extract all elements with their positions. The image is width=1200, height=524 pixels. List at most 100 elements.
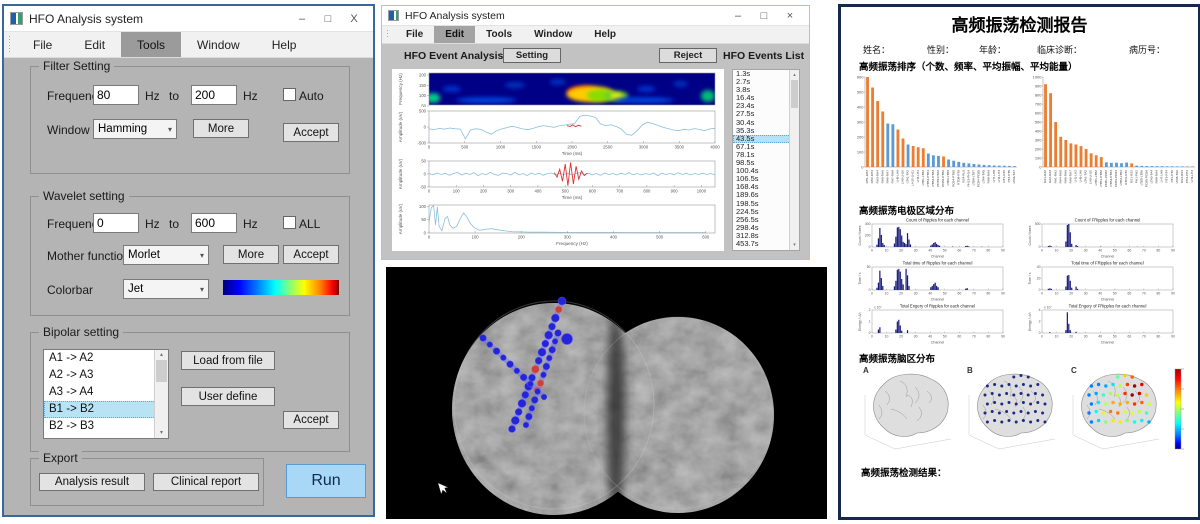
svg-text:PH13-PH14: PH13-PH14 (966, 170, 970, 187)
svg-text:0: 0 (1041, 249, 1043, 253)
colorbar-value: Jet (128, 283, 143, 295)
svg-text:PCB2-PTA2: PCB2-PTA2 (936, 170, 940, 187)
menu-item-tools[interactable]: Tools (475, 26, 523, 43)
scroll-up-icon[interactable]: ▴ (155, 350, 168, 360)
bipolar-setting-label: Bipolar setting (39, 325, 123, 339)
colorbar-combo[interactable]: Jet▾ (123, 279, 209, 299)
svg-text:RA1-RA2: RA1-RA2 (1043, 170, 1047, 183)
svg-text:300: 300 (507, 189, 515, 194)
list-scrollbar[interactable]: ▴▾ (789, 70, 799, 250)
maximize-button[interactable]: □ (751, 10, 777, 22)
svg-text:C: C (1071, 366, 1077, 375)
menu-item-file[interactable]: File (17, 32, 68, 57)
rank-chart-rank_right: 01002003004005006007008009001000RA1-RA2R… (1027, 71, 1199, 199)
svg-text:RH4-RH5: RH4-RH5 (1058, 170, 1062, 184)
wavelet-freq-from-input[interactable] (93, 213, 139, 233)
svg-text:0: 0 (428, 189, 431, 194)
svg-text:20: 20 (1069, 249, 1073, 253)
auto-checkbox[interactable] (283, 88, 296, 101)
menu-grip (8, 36, 11, 53)
mother-function-combo[interactable]: Morlet▾ (123, 245, 209, 265)
svg-text:60: 60 (1127, 335, 1131, 339)
svg-text:1000: 1000 (496, 145, 506, 150)
svg-text:Frequency (Hz): Frequency (Hz) (556, 241, 588, 246)
filter-more-button[interactable]: More (193, 119, 249, 138)
svg-text:RS4-RL5: RS4-RL5 (961, 170, 965, 183)
hz-label: Hz (145, 89, 160, 103)
scroll-thumb[interactable] (791, 80, 798, 108)
svg-text:LTB1-LTB2: LTB1-LTB2 (921, 170, 925, 186)
menu-item-file[interactable]: File (395, 26, 434, 43)
svg-text:10: 10 (1055, 249, 1059, 253)
svg-text:300: 300 (564, 235, 572, 240)
bipolar-accept-button[interactable]: Accept (283, 411, 339, 429)
menu-item-help[interactable]: Help (256, 32, 313, 57)
all-checkbox[interactable] (283, 216, 296, 229)
bipolar-setting-group: Bipolar setting ▴▾ A1 -> A2A2 -> A3A3 ->… (30, 332, 350, 452)
svg-text:LH9-LH10: LH9-LH10 (1089, 170, 1093, 184)
svg-text:30: 30 (914, 249, 918, 253)
svg-text:0: 0 (871, 292, 873, 296)
brain-3d-view[interactable] (386, 267, 827, 519)
wavelet-accept-button[interactable]: Accept (283, 245, 339, 264)
svg-text:0: 0 (428, 145, 431, 150)
filter-accept-button[interactable]: Accept (283, 123, 339, 142)
svg-text:50: 50 (1113, 249, 1117, 253)
clinical-report-button[interactable]: Clinical report (153, 473, 259, 491)
menu-item-edit[interactable]: Edit (68, 32, 121, 57)
svg-text:0: 0 (424, 125, 427, 130)
minimize-button[interactable]: – (725, 10, 751, 22)
svg-text:RT1-RT2: RT1-RT2 (1002, 170, 1006, 183)
maximize-button[interactable]: □ (315, 13, 341, 25)
svg-text:LH5-LH6: LH5-LH6 (896, 170, 900, 183)
window-combo[interactable]: Hamming▾ (93, 119, 177, 139)
hz-label: Hz (243, 217, 258, 231)
svg-text:RA2-RA3: RA2-RA3 (1048, 170, 1052, 183)
reject-button[interactable]: Reject (659, 48, 717, 63)
svg-text:Channel: Channel (1101, 298, 1115, 302)
bipolar-channel-item[interactable]: A2 -> A3 (44, 367, 168, 384)
bipolar-channel-item[interactable]: B2 -> B3 (44, 418, 168, 435)
svg-text:200: 200 (857, 134, 864, 139)
svg-text:40: 40 (1098, 335, 1102, 339)
svg-text:Count / times: Count / times (858, 225, 862, 245)
analysis-result-button[interactable]: Analysis result (39, 473, 145, 491)
wavelet-freq-to-input[interactable] (191, 213, 237, 233)
wavelet-more-button[interactable]: More (223, 245, 279, 264)
svg-text:RT3-RT4: RT3-RT4 (1165, 170, 1169, 183)
svg-text:500: 500 (857, 89, 864, 94)
scroll-down-icon[interactable]: ▾ (790, 240, 799, 250)
svg-text:30: 30 (1084, 335, 1088, 339)
svg-text:400: 400 (534, 189, 542, 194)
svg-text:200: 200 (518, 235, 526, 240)
run-button[interactable]: Run (286, 464, 366, 498)
menu-item-window[interactable]: Window (181, 32, 256, 57)
close-button[interactable]: X (341, 13, 367, 25)
minimize-button[interactable]: – (289, 13, 315, 25)
bipolar-channel-item[interactable]: A3 -> A4 (44, 384, 168, 401)
setting-button[interactable]: Setting (503, 48, 561, 63)
svg-text:Amplitude (uV): Amplitude (uV) (398, 111, 403, 142)
filter-freq-to-input[interactable] (191, 85, 237, 105)
svg-text:40: 40 (928, 335, 932, 339)
scroll-up-icon[interactable]: ▴ (790, 70, 799, 80)
menu-grip (386, 30, 389, 39)
menu-item-edit[interactable]: Edit (434, 26, 475, 43)
list-scrollbar[interactable]: ▴▾ (154, 350, 168, 438)
svg-text:500: 500 (1035, 222, 1041, 226)
menu-item-tools[interactable]: Tools (121, 32, 181, 57)
menu-item-help[interactable]: Help (583, 26, 627, 43)
filter-freq-from-input[interactable] (93, 85, 139, 105)
bipolar-channel-item[interactable]: A1 -> A2 (44, 350, 168, 367)
load-from-file-button[interactable]: Load from file (181, 351, 275, 370)
scroll-thumb[interactable] (156, 360, 167, 382)
svg-text:60: 60 (1127, 292, 1131, 296)
svg-text:600: 600 (702, 235, 710, 240)
svg-text:600: 600 (857, 74, 864, 79)
user-define-button[interactable]: User define (181, 387, 275, 406)
bipolar-channel-list: ▴▾ A1 -> A2A2 -> A3A3 -> A4B1 -> B2B2 ->… (43, 349, 169, 439)
bipolar-channel-item[interactable]: B1 -> B2 (44, 401, 168, 418)
scroll-down-icon[interactable]: ▾ (155, 428, 168, 438)
close-button[interactable]: × (777, 10, 803, 22)
menu-item-window[interactable]: Window (523, 26, 583, 43)
